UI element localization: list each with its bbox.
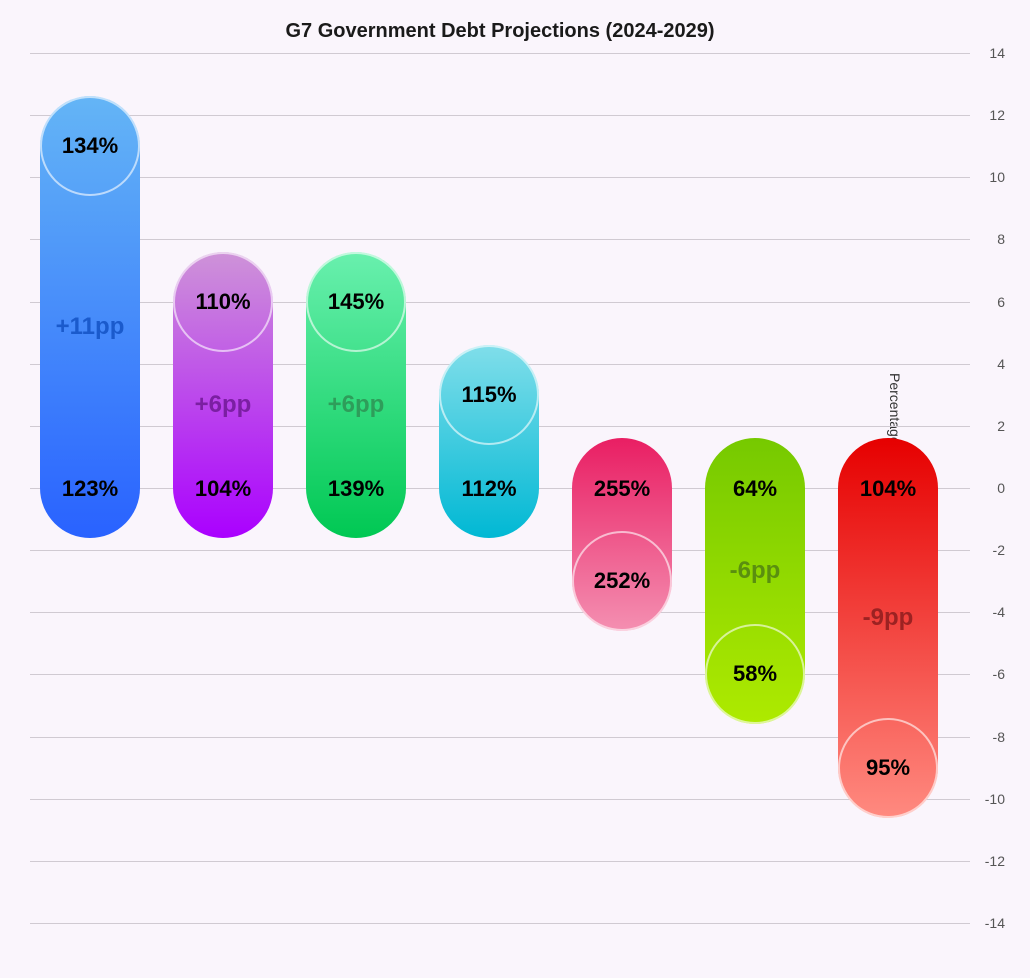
gridline	[30, 923, 970, 924]
bar-end-circle: 145%	[306, 252, 406, 352]
debt-2029-label: 145%	[328, 289, 384, 315]
change-label: +11pp	[40, 313, 140, 341]
bar-end-circle: 134%	[40, 96, 140, 196]
y-tick-label: -10	[985, 791, 1005, 807]
debt-2029-label: 58%	[733, 661, 777, 687]
gridline	[30, 550, 970, 551]
y-tick-label: 12	[989, 107, 1005, 123]
y-tick-label: -8	[993, 729, 1005, 745]
y-tick-label: -12	[985, 853, 1005, 869]
debt-2029-label: 110%	[195, 289, 250, 315]
gridline	[30, 239, 970, 240]
gridline	[30, 177, 970, 178]
debt-2029-label: 115%	[461, 382, 516, 408]
y-tick-label: -2	[993, 542, 1005, 558]
y-tick-label: -6	[993, 666, 1005, 682]
y-tick-label: -4	[993, 604, 1005, 620]
bar-end-circle: 252%	[572, 531, 672, 631]
change-label: -6pp	[705, 557, 805, 585]
debt-2024-label: 123%	[40, 476, 140, 502]
change-label: -9pp	[838, 604, 938, 632]
debt-2029-label: 95%	[866, 755, 910, 781]
y-tick-label: 2	[997, 418, 1005, 434]
y-tick-label: 4	[997, 356, 1005, 372]
debt-2024-label: 104%	[838, 476, 938, 502]
chart-title: G7 Government Debt Projections (2024-202…	[30, 20, 970, 43]
gridline	[30, 53, 970, 54]
debt-2024-label: 104%	[173, 476, 273, 502]
gridline	[30, 861, 970, 862]
gridline	[30, 799, 970, 800]
gridline	[30, 115, 970, 116]
y-tick-label: 8	[997, 231, 1005, 247]
change-label: +6pp	[306, 391, 406, 419]
debt-2029-label: 134%	[62, 133, 118, 159]
plot-area: Percentage Point Change 2024 to 2029 141…	[30, 53, 970, 923]
gridline	[30, 612, 970, 613]
y-tick-label: 10	[989, 169, 1005, 185]
y-tick-label: -14	[985, 915, 1005, 931]
gridline	[30, 674, 970, 675]
debt-2024-label: 139%	[306, 476, 406, 502]
change-label: +6pp	[173, 391, 273, 419]
y-tick-label: 14	[989, 45, 1005, 61]
bar-end-circle: 58%	[705, 624, 805, 724]
gridline	[30, 737, 970, 738]
chart-container: G7 Government Debt Projections (2024-202…	[0, 0, 1030, 978]
debt-2029-label: 252%	[594, 568, 650, 594]
debt-2024-label: 255%	[572, 476, 672, 502]
debt-2024-label: 112%	[439, 476, 539, 502]
bar-end-circle: 110%	[173, 252, 273, 352]
bar-end-circle: 115%	[439, 345, 539, 445]
y-tick-label: 6	[997, 294, 1005, 310]
gridline	[30, 302, 970, 303]
y-tick-label: 0	[997, 480, 1005, 496]
debt-2024-label: 64%	[705, 476, 805, 502]
bar-end-circle: 95%	[838, 718, 938, 818]
